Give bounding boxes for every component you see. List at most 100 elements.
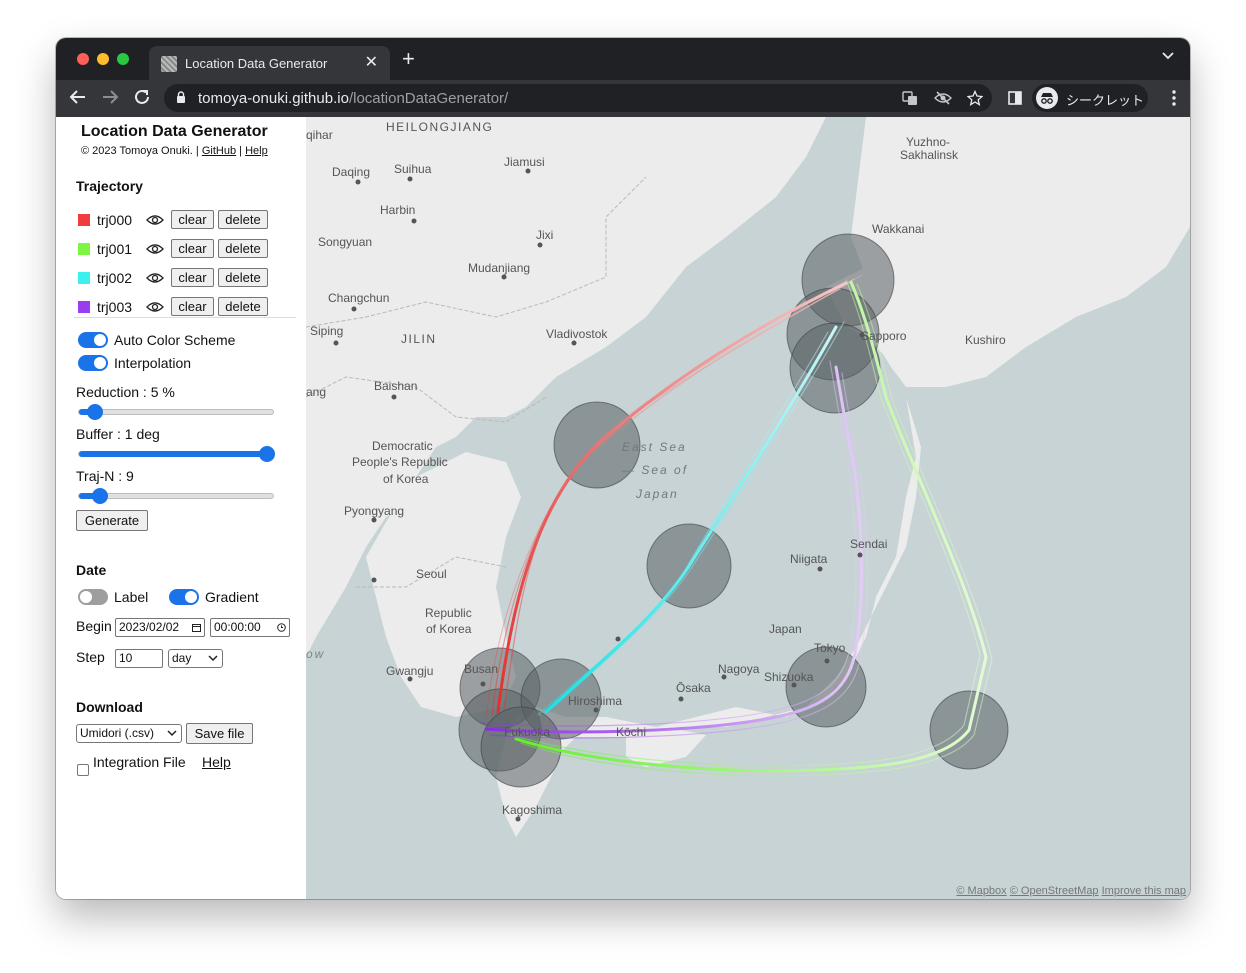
map-label: Tokyo bbox=[814, 641, 846, 655]
begin-time-input[interactable]: 00:00:00 bbox=[210, 618, 290, 637]
color-swatch[interactable] bbox=[78, 214, 90, 226]
delete-button[interactable]: delete bbox=[218, 297, 268, 316]
close-window-button[interactable] bbox=[77, 53, 89, 65]
map-label: Wakkanai bbox=[872, 222, 924, 236]
visibility-eye-icon[interactable] bbox=[146, 213, 164, 227]
map-label: Siping bbox=[310, 324, 343, 338]
step-label: Step bbox=[76, 649, 105, 665]
app-title: Location Data Generator bbox=[81, 123, 268, 140]
separator: | bbox=[195, 145, 199, 157]
map-label: Shizuoka bbox=[764, 670, 814, 684]
map-view[interactable]: HEILONGJIANG qihar Daqing Suihua Jiamusi… bbox=[306, 117, 1190, 899]
osm-link[interactable]: © OpenStreetMap bbox=[1010, 885, 1099, 897]
step-input[interactable]: 10 bbox=[115, 649, 163, 668]
map-label: Kōchi bbox=[616, 725, 646, 739]
begin-date-input[interactable]: 2023/02/02 bbox=[115, 618, 205, 637]
color-swatch[interactable] bbox=[78, 272, 90, 284]
reload-icon[interactable] bbox=[133, 88, 151, 106]
lock-icon[interactable] bbox=[176, 91, 186, 104]
eye-off-icon[interactable] bbox=[934, 90, 952, 106]
map-canvas[interactable]: HEILONGJIANG qihar Daqing Suihua Jiamusi… bbox=[306, 117, 1190, 899]
chevron-down-icon bbox=[208, 655, 218, 662]
format-select[interactable]: Umidori (.csv) bbox=[76, 724, 182, 743]
save-file-button[interactable]: Save file bbox=[186, 723, 253, 744]
map-label: Gwangju bbox=[386, 664, 433, 678]
map-attribution: © Mapbox © OpenStreetMap Improve this ma… bbox=[956, 885, 1186, 897]
title-bar: Location Data Generator ✕ + bbox=[56, 38, 1190, 80]
url-path: /locationDataGenerator/ bbox=[348, 90, 509, 107]
map-label: Suihua bbox=[394, 162, 432, 176]
interpolation-label: Interpolation bbox=[114, 355, 192, 371]
translate-icon[interactable] bbox=[902, 90, 918, 106]
buffer-slider[interactable] bbox=[78, 446, 276, 462]
visibility-eye-icon[interactable] bbox=[146, 300, 164, 314]
map-label: Songyuan bbox=[318, 235, 372, 249]
github-link[interactable]: GitHub bbox=[202, 145, 236, 157]
side-panel-icon[interactable] bbox=[1008, 91, 1022, 105]
address-bar[interactable]: tomoya-onuki.github.io/locationDataGener… bbox=[164, 84, 992, 112]
new-tab-icon[interactable]: + bbox=[402, 48, 415, 70]
map-label: Fukuoka bbox=[504, 725, 550, 739]
download-help-link[interactable]: Help bbox=[202, 754, 231, 770]
map-label: Daqing bbox=[332, 165, 370, 179]
separator: | bbox=[239, 145, 243, 157]
interpolation-toggle[interactable] bbox=[78, 355, 108, 371]
map-label: Pyongyang bbox=[344, 504, 404, 518]
back-arrow-icon[interactable] bbox=[69, 88, 87, 106]
trajectory-heading: Trajectory bbox=[76, 178, 143, 194]
gradient-toggle[interactable] bbox=[169, 589, 199, 605]
incognito-label: シークレット bbox=[1066, 93, 1145, 108]
trajn-label: Traj-N : 9 bbox=[76, 468, 134, 484]
map-label: Jixi bbox=[536, 228, 553, 242]
trajn-slider[interactable] bbox=[78, 488, 274, 504]
begin-time-value: 00:00:00 bbox=[214, 620, 261, 634]
close-tab-icon[interactable]: ✕ bbox=[365, 52, 378, 72]
delete-button[interactable]: delete bbox=[218, 268, 268, 287]
step-unit-select[interactable]: day bbox=[168, 649, 223, 668]
reduction-label: Reduction : 5 % bbox=[76, 384, 175, 400]
generate-button[interactable]: Generate bbox=[76, 510, 148, 531]
color-swatch[interactable] bbox=[78, 301, 90, 313]
map-label: Mudanjiang bbox=[468, 261, 530, 275]
clear-button[interactable]: clear bbox=[171, 210, 214, 229]
calendar-icon[interactable] bbox=[192, 623, 201, 632]
browser-window: Location Data Generator ✕ + tomoya-onuki… bbox=[56, 38, 1190, 899]
divider bbox=[74, 317, 296, 318]
clock-icon[interactable] bbox=[277, 623, 286, 632]
trajectory-name: trj003 bbox=[97, 299, 133, 315]
map-label: Sendai bbox=[850, 537, 887, 551]
auto-color-toggle[interactable] bbox=[78, 332, 108, 348]
star-icon[interactable] bbox=[967, 90, 983, 106]
visibility-eye-icon[interactable] bbox=[146, 271, 164, 285]
map-label: Ōsaka bbox=[676, 681, 711, 695]
delete-button[interactable]: delete bbox=[218, 239, 268, 258]
date-heading: Date bbox=[76, 562, 107, 578]
help-link[interactable]: Help bbox=[245, 145, 268, 157]
incognito-badge[interactable]: シークレット bbox=[1032, 84, 1148, 112]
minimize-window-button[interactable] bbox=[97, 53, 109, 65]
mapbox-link[interactable]: © Mapbox bbox=[956, 885, 1006, 897]
visibility-eye-icon[interactable] bbox=[146, 242, 164, 256]
forward-arrow-icon[interactable] bbox=[101, 88, 119, 106]
color-swatch[interactable] bbox=[78, 243, 90, 255]
map-label: Kagoshima bbox=[502, 803, 562, 817]
browser-tab[interactable]: Location Data Generator ✕ bbox=[149, 46, 390, 80]
map-label: Vladivostok bbox=[546, 327, 608, 341]
clear-button[interactable]: clear bbox=[171, 239, 214, 258]
buffer-label: Buffer : 1 deg bbox=[76, 426, 160, 442]
clear-button[interactable]: clear bbox=[171, 268, 214, 287]
sea-label: Japan bbox=[635, 487, 679, 501]
trajectory-name: trj000 bbox=[97, 212, 133, 228]
country-label: Democratic bbox=[372, 439, 433, 453]
browser-menu-icon[interactable] bbox=[1172, 90, 1176, 106]
label-toggle[interactable] bbox=[78, 589, 108, 605]
integration-checkbox[interactable] bbox=[77, 764, 89, 776]
improve-map-link[interactable]: Improve this map bbox=[1102, 885, 1186, 897]
reduction-slider[interactable] bbox=[78, 404, 274, 420]
country-label: of Korea bbox=[426, 622, 472, 636]
maximize-window-button[interactable] bbox=[117, 53, 129, 65]
delete-button[interactable]: delete bbox=[218, 210, 268, 229]
tab-search-chevron-icon[interactable] bbox=[1162, 52, 1174, 60]
integration-label: Integration File bbox=[93, 754, 186, 770]
clear-button[interactable]: clear bbox=[171, 297, 214, 316]
